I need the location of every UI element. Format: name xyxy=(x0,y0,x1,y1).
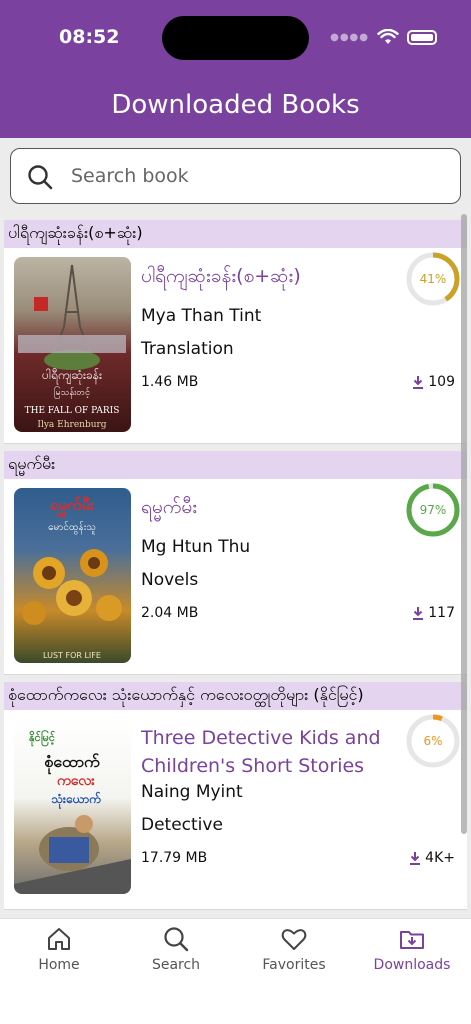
detective-kids-illustration: နိုင်မြင့် စုံထောက် ကလေး သုံးယောက် xyxy=(14,729,131,894)
app-header: 08:52 ●●●● Downloaded Books xyxy=(0,0,471,138)
page-title: Downloaded Books xyxy=(111,90,360,120)
home-icon xyxy=(48,928,70,950)
book-category: Novels xyxy=(141,570,199,590)
section-header: ရမ္မက်မီး xyxy=(4,451,467,479)
tab-bar: Home Search Favorites Downloads xyxy=(0,918,471,1024)
cover-title: ပါရီကျဆုံးခန်း xyxy=(42,367,102,385)
cover-title: ရမ္မက်မီး xyxy=(50,495,94,518)
search-icon xyxy=(28,165,53,190)
book-author: Mya Than Tint xyxy=(141,306,262,326)
wifi-icon xyxy=(377,29,399,44)
book-author: Mg Htun Thu xyxy=(141,537,251,557)
tab-label: Search xyxy=(151,957,201,973)
book-card[interactable]: နိုင်မြင့် စုံထောက် ကလေး သုံးယောက် Three… xyxy=(4,710,467,910)
tab-favorites[interactable]: Favorites xyxy=(239,925,349,973)
book-title[interactable]: ပါရီကျဆုံးခန်း(စ+ဆုံး) xyxy=(141,262,391,290)
eiffel-tower-illustration: ပါရီကျဆုံးခန်း မြသန်းတင့် THE FALL OF PA… xyxy=(18,264,126,430)
cover-subtitle: မောင်ထွန်းသူ xyxy=(48,520,96,535)
progress-label: 6% xyxy=(423,734,443,748)
book-section: စုံထောက်ကလေး သုံးယောက်နှင့် ကလေးဝတ္ထုတို… xyxy=(4,682,467,910)
download-count-value: 109 xyxy=(428,374,455,390)
download-icon xyxy=(410,852,421,865)
cover-author: Ilya Ehrenburg xyxy=(37,420,106,430)
app-screen: 08:52 ●●●● Downloaded Books Search book … xyxy=(0,0,471,1024)
book-section: ပါရီကျဆုံးခန်း(စ+ဆုံး) ပါရီကျဆုံးခန်း မြ… xyxy=(4,220,467,444)
book-category: Translation xyxy=(141,339,234,359)
book-size: 2.04 MB xyxy=(141,605,199,621)
dynamic-island xyxy=(162,16,309,60)
tab-search[interactable]: Search xyxy=(121,925,231,973)
progress-label: 41% xyxy=(419,272,447,286)
sunflowers-illustration: ရမ္မက်မီး မောင်ထွန်းသူ LUST FOR LIFE xyxy=(22,495,122,660)
download-count-value: 117 xyxy=(428,605,455,621)
book-cover[interactable]: ပါရီကျဆုံးခန်း မြသန်းတင့် THE FALL OF PA… xyxy=(14,257,131,432)
cover-english-title: သုံးယောက် xyxy=(51,790,101,810)
book-size: 17.79 MB xyxy=(141,850,208,866)
tab-label: Home xyxy=(38,957,80,973)
book-title[interactable]: ရမ္မက်မီး xyxy=(141,493,391,521)
section-header: စုံထောက်ကလေး သုံးယောက်နှင့် ကလေးဝတ္ထုတို… xyxy=(4,682,467,710)
book-card[interactable]: ပါရီကျဆုံးခန်း မြသန်းတင့် THE FALL OF PA… xyxy=(4,248,467,444)
book-card[interactable]: ရမ္မက်မီး မောင်ထွန်းသူ LUST FOR LIFE ရမ္… xyxy=(4,479,467,675)
search-placeholder: Search book xyxy=(71,165,189,187)
cover-subtitle: မြသန်းတင့် xyxy=(54,386,91,399)
book-cover[interactable]: နိုင်မြင့် စုံထောက် ကလေး သုံးယောက် xyxy=(14,719,131,894)
search-input[interactable]: Search book xyxy=(10,148,461,204)
book-cover[interactable]: ရမ္မက်မီး မောင်ထွန်းသူ LUST FOR LIFE xyxy=(14,488,131,663)
downloads-folder-icon xyxy=(400,931,424,949)
cover-english-title: THE FALL OF PARIS xyxy=(25,406,120,416)
signal-icon: ●●●● xyxy=(330,31,369,43)
progress-label: 97% xyxy=(419,503,447,517)
search-icon xyxy=(164,927,189,952)
tab-label: Favorites xyxy=(262,957,326,973)
svg-text:နိုင်မြင့်: နိုင်မြင့် xyxy=(29,729,56,747)
book-size: 1.46 MB xyxy=(141,374,199,390)
downloads-list[interactable]: Search book ပါရီကျဆုံးခန်း(စ+ဆုံး) ပါရီက… xyxy=(0,138,471,918)
tab-label: Downloads xyxy=(373,957,451,973)
download-icon xyxy=(413,376,424,389)
book-category: Detective xyxy=(141,815,223,835)
download-count: 4K+ xyxy=(409,850,455,866)
heart-icon xyxy=(281,929,307,950)
tab-home[interactable]: Home xyxy=(4,925,114,973)
download-count: 117 xyxy=(412,605,455,621)
book-author: Naing Myint xyxy=(141,782,243,802)
section-header: ပါရီကျဆုံးခန်း(စ+ဆုံး) xyxy=(4,220,467,248)
download-count-value: 4K+ xyxy=(425,850,455,866)
status-icons: ●●●● xyxy=(330,29,437,45)
cover-english-title: LUST FOR LIFE xyxy=(43,651,101,660)
book-section: ရမ္မက်မီး ရမ္မက်မီး မောင်ထွန်းသူ LUST FO… xyxy=(4,451,467,675)
download-icon xyxy=(413,607,424,620)
battery-icon xyxy=(407,29,437,45)
cover-subtitle: ကလေး xyxy=(57,773,95,789)
download-count: 109 xyxy=(412,374,455,390)
cover-title: စုံထောက် xyxy=(44,752,101,775)
scrollbar[interactable] xyxy=(461,214,467,834)
status-time: 08:52 xyxy=(59,26,120,48)
book-title[interactable]: Three Detective Kids and Children's Shor… xyxy=(141,724,386,780)
tab-downloads[interactable]: Downloads xyxy=(357,925,467,973)
